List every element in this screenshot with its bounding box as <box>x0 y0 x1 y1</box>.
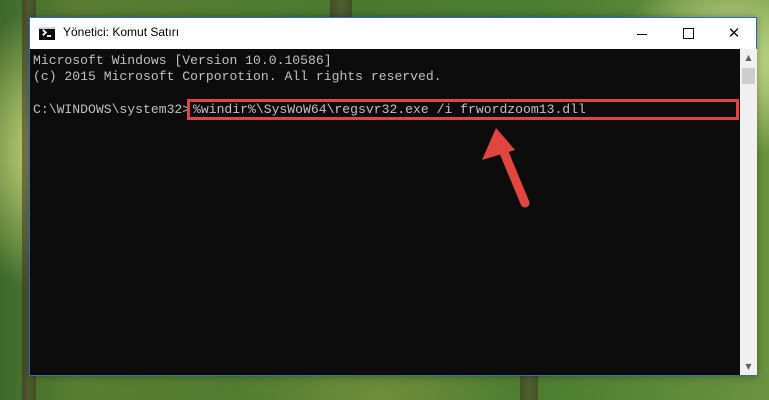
minimize-button[interactable] <box>619 18 665 49</box>
scroll-down-button[interactable]: ▼ <box>740 358 757 375</box>
scroll-thumb[interactable] <box>742 68 755 84</box>
vertical-scrollbar[interactable]: ▲ ▼ <box>740 49 757 375</box>
title-bar[interactable]: Yönetici: Komut Satırı ✕ <box>30 18 756 49</box>
close-button[interactable]: ✕ <box>711 18 757 49</box>
scroll-up-button[interactable]: ▲ <box>740 49 757 66</box>
console-line-copyright: (c) 2015 Microsoft Corporotion. All righ… <box>33 69 442 84</box>
console-line-version: Microsoft Windows [Version 10.0.10586] <box>33 53 332 68</box>
maximize-icon <box>682 28 694 39</box>
scroll-up-icon: ▲ <box>745 53 752 62</box>
scroll-down-icon: ▼ <box>745 362 752 371</box>
maximize-button[interactable] <box>665 18 711 49</box>
command-highlight-box <box>187 99 739 120</box>
close-icon: ✕ <box>727 24 741 42</box>
cmd-app-icon[interactable] <box>39 27 55 40</box>
background-tree-trunk <box>520 376 538 400</box>
minimize-icon <box>637 33 647 35</box>
console-output[interactable]: Microsoft Windows [Version 10.0.10586] (… <box>30 49 740 375</box>
console-prompt: C:\WINDOWS\system32> <box>33 102 191 117</box>
window-title: Yönetici: Komut Satırı <box>63 25 180 39</box>
command-prompt-window: Yönetici: Komut Satırı ✕ Microsoft Windo… <box>29 17 757 376</box>
